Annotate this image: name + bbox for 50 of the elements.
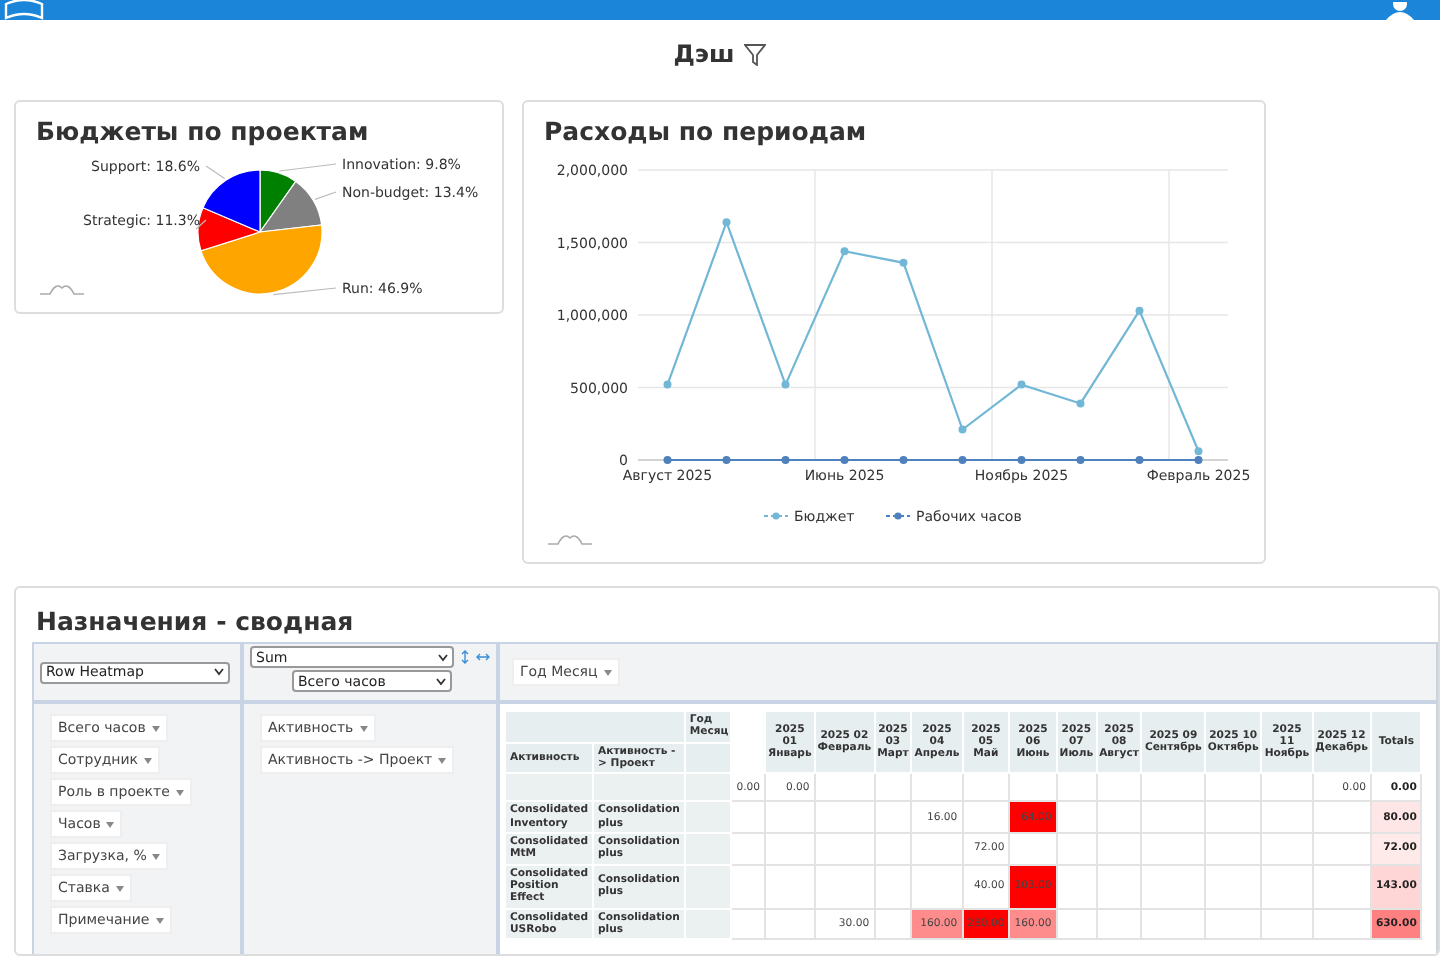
point [1017, 380, 1026, 389]
caret-icon [155, 917, 164, 923]
chevron-icon [214, 668, 224, 676]
leader-line [205, 165, 226, 180]
chevron-icon [436, 677, 446, 685]
point [840, 247, 849, 256]
leader-line [278, 163, 337, 172]
card-title: Расходы по периодам [544, 116, 867, 146]
leader-line [314, 191, 337, 200]
point [1076, 456, 1085, 464]
caret-icon [603, 669, 612, 675]
point [958, 425, 967, 434]
point [663, 456, 672, 464]
point [899, 456, 908, 464]
page-title: Дэш [673, 40, 735, 68]
caret-icon [359, 725, 368, 731]
point [899, 258, 908, 267]
filter-icon[interactable] [744, 43, 767, 65]
point [1194, 447, 1203, 456]
point [781, 380, 790, 389]
sort-rows-icon[interactable] [460, 650, 470, 664]
point [663, 380, 672, 389]
point [1017, 456, 1026, 464]
caret-icon [175, 789, 184, 795]
legend-marker [763, 512, 789, 520]
caret-icon [152, 853, 161, 859]
point [840, 456, 849, 464]
point [1135, 456, 1144, 464]
caret-icon [151, 725, 160, 731]
chevron-icon [438, 653, 448, 661]
caret-icon [115, 885, 124, 891]
sort-columns-icon[interactable] [476, 652, 490, 662]
caret-icon [106, 821, 115, 827]
wave-icon [40, 282, 84, 296]
wave-icon [548, 532, 592, 546]
logo-icon[interactable] [2, 0, 46, 20]
point [1076, 399, 1085, 408]
card-title: Бюджеты по проектам [36, 116, 369, 146]
section-title: Назначения - сводная [36, 606, 354, 636]
user-icon[interactable] [1386, 2, 1414, 20]
point [722, 218, 731, 227]
leader-line [272, 287, 337, 296]
caret-icon [438, 757, 447, 763]
legend-marker [885, 512, 911, 520]
point [1194, 456, 1203, 464]
point [722, 456, 731, 464]
point [781, 456, 790, 464]
caret-icon [144, 757, 153, 763]
point [958, 456, 967, 464]
point [1135, 306, 1144, 315]
